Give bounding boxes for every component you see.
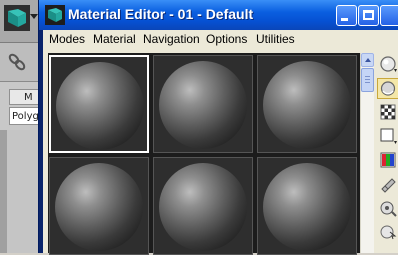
scroll-up-arrow-icon[interactable] [361,53,374,67]
make-preview-icon[interactable] [377,174,398,195]
material-sphere [263,61,351,149]
menu-navigation[interactable]: Navigation [143,32,200,46]
sample-slot-4[interactable] [49,157,149,255]
sample-slot-1[interactable] [49,55,149,153]
menu-options[interactable]: Options [206,32,247,46]
title-bar[interactable]: Material Editor - 01 - Default [39,0,398,30]
scroll-thumb[interactable] [361,68,374,92]
select-by-material-icon[interactable] [377,222,398,243]
sample-slot-3[interactable] [257,55,357,153]
material-editor-window: Material Editor - 01 - Default Modes Mat… [38,0,398,255]
maximize-button[interactable] [358,5,379,26]
menu-material[interactable]: Material [93,32,136,46]
options-icon[interactable] [377,198,398,219]
close-button[interactable] [380,5,398,26]
select-and-link-icon[interactable] [6,51,28,73]
command-tab[interactable]: M [9,89,39,105]
sample-slots-grid [48,53,360,255]
3dsmax-logo-icon[interactable] [4,5,30,31]
window-title: Material Editor - 01 - Default [68,6,254,22]
viewport-frame [0,130,7,253]
sample-uv-tiling-icon[interactable] [377,126,398,147]
3dsmax-app-icon[interactable] [45,5,65,25]
slots-scrollbar[interactable] [360,53,374,253]
menu-modes[interactable]: Modes [49,32,85,46]
material-sphere [159,61,247,149]
menu-utilities[interactable]: Utilities [256,32,295,46]
side-toolbar [375,53,398,253]
material-sphere [55,163,143,251]
material-sphere [263,163,351,251]
sphere-sample-icon[interactable] [377,54,398,75]
video-color-check-icon[interactable] [377,150,398,171]
sample-slot-6[interactable] [257,157,357,255]
minimize-button[interactable] [336,5,357,26]
backlight-icon[interactable] [377,78,398,99]
sample-slot-2[interactable] [153,55,253,153]
chevron-down-icon[interactable] [30,14,38,19]
menu-bar: Modes Material Navigation Options Utilit… [43,30,398,50]
material-sphere [159,163,247,251]
checker-background-icon[interactable] [377,102,398,123]
material-sphere [56,62,144,150]
sample-slot-5[interactable] [153,157,253,255]
editor-client-area [43,50,398,255]
